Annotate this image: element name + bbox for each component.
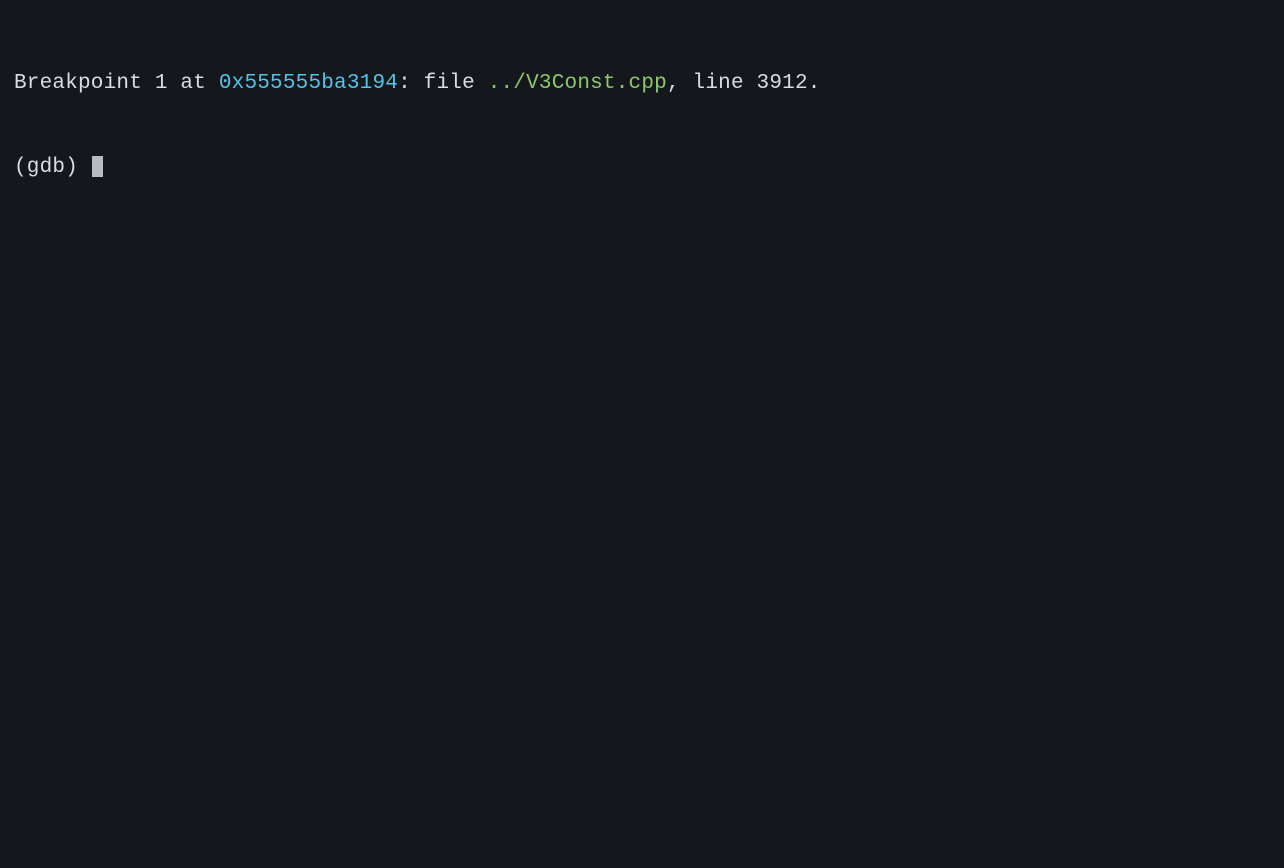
breakpoint-suffix: , line 3912. (667, 72, 821, 95)
cursor-block (92, 156, 103, 177)
gdb-prompt: (gdb) (14, 156, 91, 179)
breakpoint-prefix: Breakpoint 1 at (14, 72, 219, 95)
breakpoint-mid: : file (398, 72, 488, 95)
breakpoint-line: Breakpoint 1 at 0x555555ba3194: file ../… (14, 70, 1270, 98)
breakpoint-file: ../V3Const.cpp (488, 72, 667, 95)
prompt-line[interactable]: (gdb) (14, 154, 1270, 182)
breakpoint-address: 0x555555ba3194 (219, 72, 398, 95)
terminal-output[interactable]: Breakpoint 1 at 0x555555ba3194: file ../… (14, 14, 1270, 210)
